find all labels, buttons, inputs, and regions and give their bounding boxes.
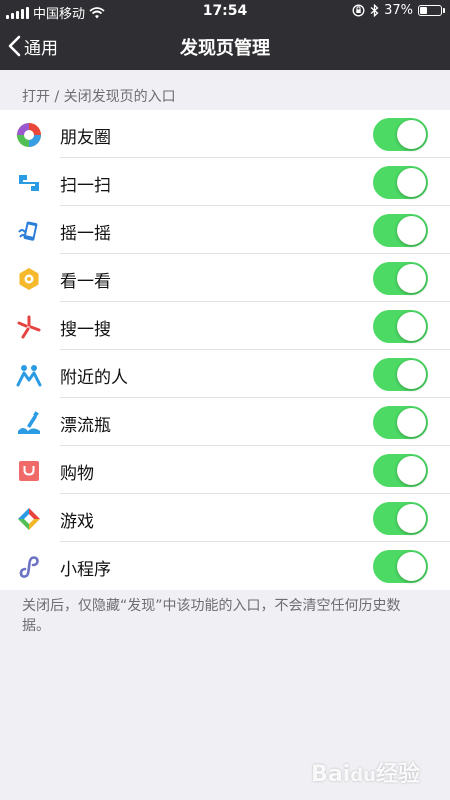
top-stories-icon bbox=[19, 268, 39, 290]
toggle-knob bbox=[397, 312, 426, 341]
games-icon bbox=[18, 508, 40, 530]
toggle-knob bbox=[397, 504, 426, 533]
toggle-knob bbox=[397, 408, 426, 437]
list-item-shake: 摇一摇 bbox=[0, 206, 450, 254]
section-header: 打开 / 关闭发现页的入口 bbox=[22, 89, 176, 105]
battery-icon bbox=[418, 5, 445, 16]
drift-bottle-icon bbox=[18, 411, 40, 434]
nav-bar: 通用 发现页管理 bbox=[0, 24, 450, 70]
people-nearby-toggle[interactable] bbox=[373, 358, 428, 391]
item-label: 扫一扫 bbox=[60, 176, 111, 196]
moments-icon bbox=[17, 123, 41, 147]
list-item-mini-programs: 小程序 bbox=[0, 542, 450, 590]
battery-percent: 37% bbox=[384, 3, 413, 18]
drift-bottle-toggle[interactable] bbox=[373, 406, 428, 439]
item-label: 漂流瓶 bbox=[60, 416, 111, 436]
footer-note: 关闭后，仅隐藏“发现”中该功能的入口，不会清空任何历史数据。 bbox=[22, 598, 401, 634]
mini-programs-toggle[interactable] bbox=[373, 550, 428, 583]
list-item-people-nearby: 附近的人 bbox=[0, 350, 450, 398]
toggle-knob bbox=[397, 120, 426, 149]
bluetooth-icon bbox=[370, 4, 379, 17]
status-icons: 37% bbox=[352, 3, 445, 18]
scan-icon bbox=[19, 175, 39, 191]
list-item-search: 搜一搜 bbox=[0, 302, 450, 350]
watermark-logo: Baidu经验 bbox=[311, 762, 420, 787]
item-label: 搜一搜 bbox=[60, 320, 111, 340]
search-icon bbox=[17, 315, 41, 339]
games-toggle[interactable] bbox=[373, 502, 428, 535]
item-label: 附近的人 bbox=[60, 368, 128, 388]
list-item-scan: 扫一扫 bbox=[0, 158, 450, 206]
item-label: 看一看 bbox=[60, 272, 111, 292]
search-toggle[interactable] bbox=[373, 310, 428, 343]
orientation-lock-icon bbox=[352, 4, 365, 17]
toggle-knob bbox=[397, 360, 426, 389]
top-stories-toggle[interactable] bbox=[373, 262, 428, 295]
status-bar: 中国移动 17:54 37% bbox=[0, 0, 450, 24]
moments-toggle[interactable] bbox=[373, 118, 428, 151]
toggle-knob bbox=[397, 264, 426, 293]
shopping-toggle[interactable] bbox=[373, 454, 428, 487]
item-label: 购物 bbox=[60, 464, 94, 484]
item-label: 朋友圈 bbox=[60, 128, 111, 148]
item-label: 小程序 bbox=[60, 560, 111, 580]
scan-toggle[interactable] bbox=[373, 166, 428, 199]
people-nearby-icon bbox=[16, 365, 42, 387]
shopping-icon bbox=[19, 461, 39, 481]
list-item-drift-bottle: 漂流瓶 bbox=[0, 398, 450, 446]
toggle-knob bbox=[397, 456, 426, 485]
toggle-knob bbox=[397, 168, 426, 197]
list-item-games: 游戏 bbox=[0, 494, 450, 542]
page-title: 发现页管理 bbox=[180, 38, 270, 59]
shake-icon bbox=[18, 221, 38, 241]
mini-programs-icon bbox=[19, 556, 39, 578]
list-item-moments: 朋友圈 bbox=[0, 110, 450, 158]
item-label: 摇一摇 bbox=[60, 224, 111, 244]
item-label: 游戏 bbox=[60, 512, 94, 532]
discover-entry-list: 朋友圈 扫一扫 摇一摇 看一看 搜一搜 附近的人 漂流瓶 购物 游戏 小程序 bbox=[0, 110, 450, 590]
list-item-top-stories: 看一看 bbox=[0, 254, 450, 302]
top-bar: 中国移动 17:54 37% 通用 发现页管理 bbox=[0, 0, 450, 70]
toggle-knob bbox=[397, 552, 426, 581]
list-item-shopping: 购物 bbox=[0, 446, 450, 494]
toggle-knob bbox=[397, 216, 426, 245]
shake-toggle[interactable] bbox=[373, 214, 428, 247]
